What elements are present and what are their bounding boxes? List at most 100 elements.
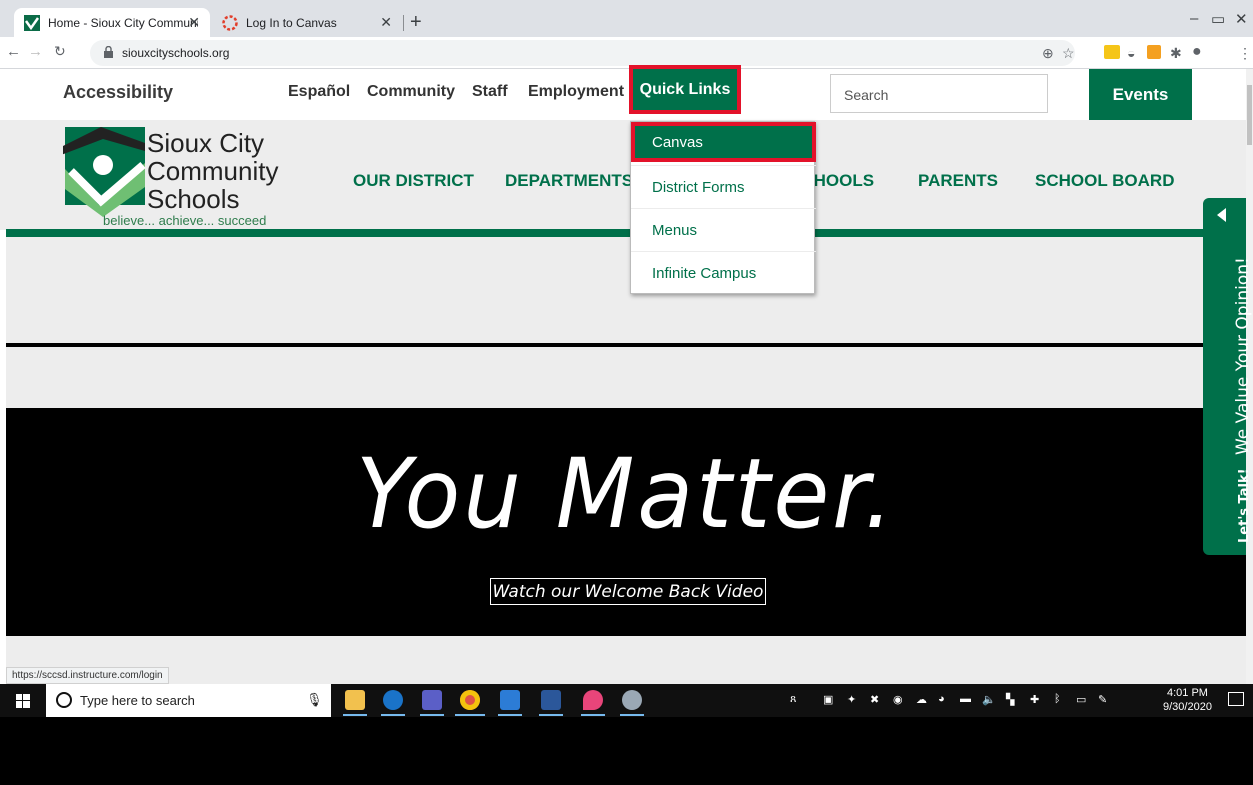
content-area — [6, 636, 1246, 684]
sioux-city-favicon — [24, 14, 40, 31]
district-logo[interactable]: Sioux City Community Schools believe... … — [61, 125, 303, 230]
feedback-tab[interactable]: Let's Talk! We Value Your Opinion! — [1203, 198, 1253, 555]
file-explorer-icon[interactable] — [345, 690, 365, 710]
lock-icon — [104, 46, 113, 58]
notification-icon[interactable] — [1228, 692, 1244, 706]
browser-tab-strip: Home - Sioux City Community Sc ✕ Log In … — [0, 0, 1253, 37]
clock-date: 9/30/2020 — [1163, 701, 1212, 713]
people-icon[interactable]: ጸ — [790, 693, 796, 706]
community-link[interactable]: Community — [367, 83, 455, 101]
hero-title: You Matter. — [356, 438, 896, 550]
paint-icon[interactable] — [583, 690, 603, 710]
volume-icon[interactable]: 🔈 — [982, 693, 996, 706]
site-top-nav: Accessibility Español Community Staff Em… — [0, 65, 1253, 120]
nav-parents[interactable]: PARENTS — [918, 171, 998, 191]
menu-kebab-icon[interactable]: ⋮ — [1238, 45, 1252, 62]
logo-line3: Schools — [147, 184, 240, 214]
close-window-icon[interactable]: ✕ — [1235, 10, 1248, 28]
nav-departments[interactable]: DEPARTMENTS — [505, 171, 633, 191]
address-bar[interactable]: siouxcityschools.org — [90, 40, 1075, 66]
menu-item-canvas[interactable]: Canvas — [631, 122, 816, 162]
tray-app-icon[interactable]: ✚ — [1030, 693, 1039, 706]
chrome-icon[interactable] — [460, 690, 480, 710]
tray-app-icon[interactable]: ◕ — [938, 693, 945, 705]
microphone-icon[interactable]: 🎙 — [306, 692, 323, 708]
bookmark-star-icon[interactable]: ☆ — [1062, 45, 1075, 62]
app-icon[interactable] — [500, 690, 520, 710]
edge-icon[interactable] — [383, 690, 403, 710]
nav-our-district[interactable]: OUR DISTRICT — [353, 171, 474, 191]
banner-area — [6, 237, 1246, 343]
tab-separator — [403, 15, 404, 31]
tray-app-icon[interactable]: ▣ — [823, 693, 833, 706]
reload-icon[interactable]: ↻ — [54, 43, 66, 60]
word-icon[interactable] — [541, 690, 561, 710]
snipping-icon[interactable] — [622, 690, 642, 710]
windows-start-icon[interactable] — [16, 694, 30, 708]
accessibility-link[interactable]: Accessibility — [63, 82, 173, 103]
menu-item-infinite-campus[interactable]: Infinite Campus — [631, 251, 816, 294]
staff-link[interactable]: Staff — [472, 83, 508, 101]
bluetooth-icon[interactable]: ᛒ — [1054, 693, 1061, 705]
close-tab-icon[interactable]: ✕ — [188, 14, 200, 31]
display-icon[interactable]: ▭ — [1076, 693, 1086, 706]
app-indicator — [539, 714, 563, 716]
extensions-puzzle-icon[interactable]: ✱ — [1170, 45, 1182, 62]
espanol-link[interactable]: Español — [288, 83, 350, 101]
pen-icon[interactable]: ✎ — [1098, 693, 1107, 706]
onedrive-icon[interactable]: ☁ — [916, 693, 927, 706]
extension-orange-icon[interactable] — [1147, 45, 1161, 59]
screen: Home - Sioux City Community Sc ✕ Log In … — [0, 0, 1253, 785]
tab-canvas-title: Log In to Canvas — [246, 15, 337, 30]
tab-canvas[interactable]: Log In to Canvas ✕ — [212, 8, 402, 37]
collapse-arrow-icon[interactable] — [1217, 208, 1226, 222]
scrollbar-thumb[interactable] — [1247, 85, 1252, 145]
search-input[interactable]: Search — [830, 74, 1048, 113]
url-text: siouxcityschools.org — [122, 46, 230, 60]
app-indicator — [498, 714, 522, 716]
battery-icon[interactable]: ▬ — [960, 693, 971, 705]
extension-icon[interactable] — [1104, 45, 1120, 59]
clock-time: 4:01 PM — [1166, 687, 1208, 699]
tray-app-icon[interactable]: ✖ — [870, 693, 879, 706]
teams-tray-icon[interactable]: ✦ — [847, 693, 856, 706]
quick-links-button[interactable]: Quick Links — [629, 65, 741, 114]
welcome-video-button[interactable]: Watch our Welcome Back Video — [490, 578, 766, 605]
minimize-icon[interactable]: – — [1190, 10, 1198, 27]
restore-icon[interactable]: ▭ — [1211, 10, 1225, 28]
teams-icon[interactable] — [422, 690, 442, 710]
value-opinion-label: We Value Your Opinion! — [1233, 257, 1253, 456]
logo-line2: Community — [147, 156, 278, 186]
header-divider — [6, 229, 1246, 237]
extension-circle-icon[interactable]: ◒ — [1127, 45, 1135, 61]
new-tab-icon[interactable]: + — [410, 11, 422, 34]
events-button[interactable]: Events — [1089, 69, 1192, 120]
logo-line1: Sioux City — [147, 128, 264, 158]
quick-links-dropdown: Canvas District Forms Menus Infinite Cam… — [630, 121, 816, 294]
app-indicator — [381, 714, 405, 716]
hp-icon[interactable]: ◉ — [893, 693, 903, 706]
close-tab-icon[interactable]: ✕ — [380, 14, 392, 31]
taskbar-search[interactable]: Type here to search 🎙 — [46, 684, 331, 717]
tab-home[interactable]: Home - Sioux City Community Sc ✕ — [14, 8, 210, 37]
menu-item-menus[interactable]: Menus — [631, 208, 816, 251]
back-icon[interactable]: ← — [6, 43, 21, 60]
network-icon[interactable]: ▚ — [1006, 693, 1014, 706]
employment-link[interactable]: Employment — [528, 83, 624, 101]
nav-school-board[interactable]: SCHOOL BOARD — [1035, 171, 1174, 191]
forward-icon[interactable]: → — [28, 43, 43, 60]
browser-toolbar: ← → ↻ siouxcityschools.org ⊕ ☆ ◒ ✱ ● ⋮ — [0, 37, 1253, 69]
zoom-icon[interactable]: ⊕ — [1042, 45, 1054, 62]
tab-home-title: Home - Sioux City Community Sc — [48, 15, 198, 30]
app-indicator — [581, 714, 605, 716]
spacer-area — [6, 347, 1246, 408]
feedback-label: Let's Talk! We Value Your Opinion! — [1233, 257, 1253, 543]
profile-icon[interactable]: ● — [1192, 43, 1202, 61]
logo-tagline: believe... achieve... succeed — [103, 213, 266, 228]
clock[interactable]: 4:01 PM 9/30/2020 — [1163, 686, 1212, 714]
windows-taskbar: Type here to search 🎙 ጸ ▣ ✦ ✖ ◉ ☁ ◕ ▬ 🔈 … — [0, 684, 1253, 717]
menu-item-district-forms[interactable]: District Forms — [631, 165, 816, 208]
taskbar-search-placeholder: Type here to search — [80, 693, 195, 708]
cortana-icon — [56, 692, 72, 708]
status-url: https://sccsd.instructure.com/login — [6, 667, 169, 684]
